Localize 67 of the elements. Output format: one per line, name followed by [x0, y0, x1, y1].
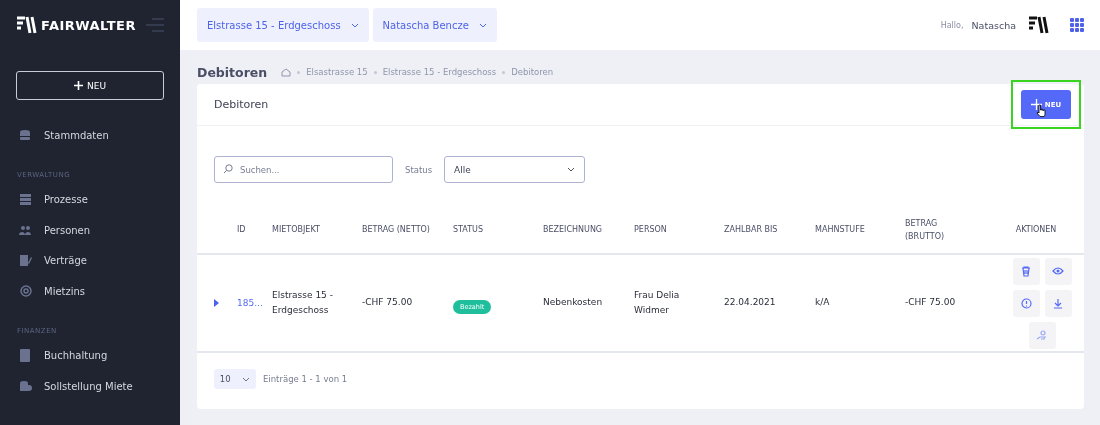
- nav-item[interactable]: Verträge: [16, 245, 164, 276]
- chevron-down-icon: [350, 22, 359, 28]
- column-header: AKTIONEN: [1014, 224, 1058, 237]
- logo-icon: [1028, 16, 1050, 34]
- nav-item[interactable]: Mietzins: [16, 276, 164, 307]
- context-dropdown[interactable]: Natascha Bencze: [372, 8, 497, 42]
- user-name: Natascha: [971, 19, 1016, 31]
- new-button[interactable]: NEU: [16, 71, 164, 100]
- id-link[interactable]: 185...: [237, 298, 272, 308]
- payment-button[interactable]: [1028, 321, 1056, 349]
- plus-icon: [74, 81, 83, 90]
- coin-icon: [19, 284, 32, 298]
- hand-coin-icon: [1036, 329, 1048, 341]
- table-cell-text: 22.04.2021: [724, 296, 777, 310]
- calculator-icon: [19, 349, 32, 363]
- search-field[interactable]: Suchen...: [214, 156, 393, 183]
- chevron-down-icon: [567, 167, 576, 172]
- table-cell-text: -CHF 75.00: [905, 296, 957, 310]
- context-dropdown[interactable]: Elstrasse 15 - Erdgeschoss: [197, 8, 369, 42]
- pointer-cursor-icon: [1036, 104, 1046, 117]
- expand-arrow-icon[interactable]: [214, 299, 219, 307]
- card-title: Debitoren: [214, 98, 269, 111]
- status-dropdown[interactable]: Alle: [444, 156, 586, 183]
- table-cell-text: Frau Delia Widmer: [634, 288, 681, 317]
- chevron-down-icon: [242, 376, 251, 382]
- brand-logo: FAIRWALTER: [16, 16, 136, 34]
- nav-item[interactable]: Stammdaten: [16, 120, 164, 151]
- info-button[interactable]: [1012, 289, 1040, 317]
- plus-icon: [1030, 99, 1042, 110]
- server-icon: [19, 193, 32, 207]
- coin-stack-icon: [19, 379, 32, 393]
- page-title: Debitoren: [197, 64, 268, 80]
- eye-icon: [1052, 267, 1064, 275]
- trash-icon: [1021, 265, 1031, 277]
- column-header: MIETOBJEKT: [272, 224, 321, 237]
- table-cell-text: Elstrasse 15 - Erdgeschoss: [272, 288, 334, 317]
- nav-item[interactable]: Personen: [16, 215, 164, 246]
- apps-grid-icon[interactable]: [1070, 18, 1084, 32]
- document-edit-icon: [19, 254, 32, 268]
- logo-icon: [16, 16, 38, 34]
- nav-item[interactable]: Buchhaltung: [16, 340, 164, 371]
- column-header: BEZEICHNUNG: [543, 224, 604, 237]
- users-icon: [19, 223, 32, 237]
- page-size-dropdown[interactable]: 10: [214, 369, 256, 389]
- pagination-summary: Einträge 1 - 1 von 1: [263, 374, 348, 384]
- table-cell-text: -CHF 75.00: [362, 296, 414, 310]
- column-header: PERSON: [634, 224, 668, 237]
- column-header: BETRAG (BRUTTO): [905, 217, 946, 243]
- column-header: ID: [237, 224, 247, 237]
- chevron-down-icon: [478, 22, 487, 28]
- column-header: ZAHLBAR BIS: [724, 224, 779, 237]
- nav-item[interactable]: Prozesse: [16, 184, 164, 215]
- download-button[interactable]: [1044, 289, 1072, 317]
- column-header: BETRAG (NETTO): [362, 224, 431, 237]
- nav-item[interactable]: Sollstellung Miete: [16, 371, 164, 402]
- download-icon: [1053, 297, 1063, 309]
- table-cell-text: Nebenkosten: [543, 296, 604, 310]
- greeting: Hallo,: [940, 20, 964, 30]
- column-header: MAHNSTUFE: [815, 224, 866, 237]
- home-icon[interactable]: [281, 67, 292, 77]
- delete-button[interactable]: [1012, 257, 1040, 285]
- exclamation-circle-icon: [1020, 297, 1032, 309]
- database-icon: [19, 128, 32, 142]
- table-cell-text: k/A: [815, 296, 831, 310]
- status-label: Status: [405, 164, 433, 175]
- column-header: STATUS: [453, 224, 484, 237]
- view-button[interactable]: [1044, 257, 1072, 285]
